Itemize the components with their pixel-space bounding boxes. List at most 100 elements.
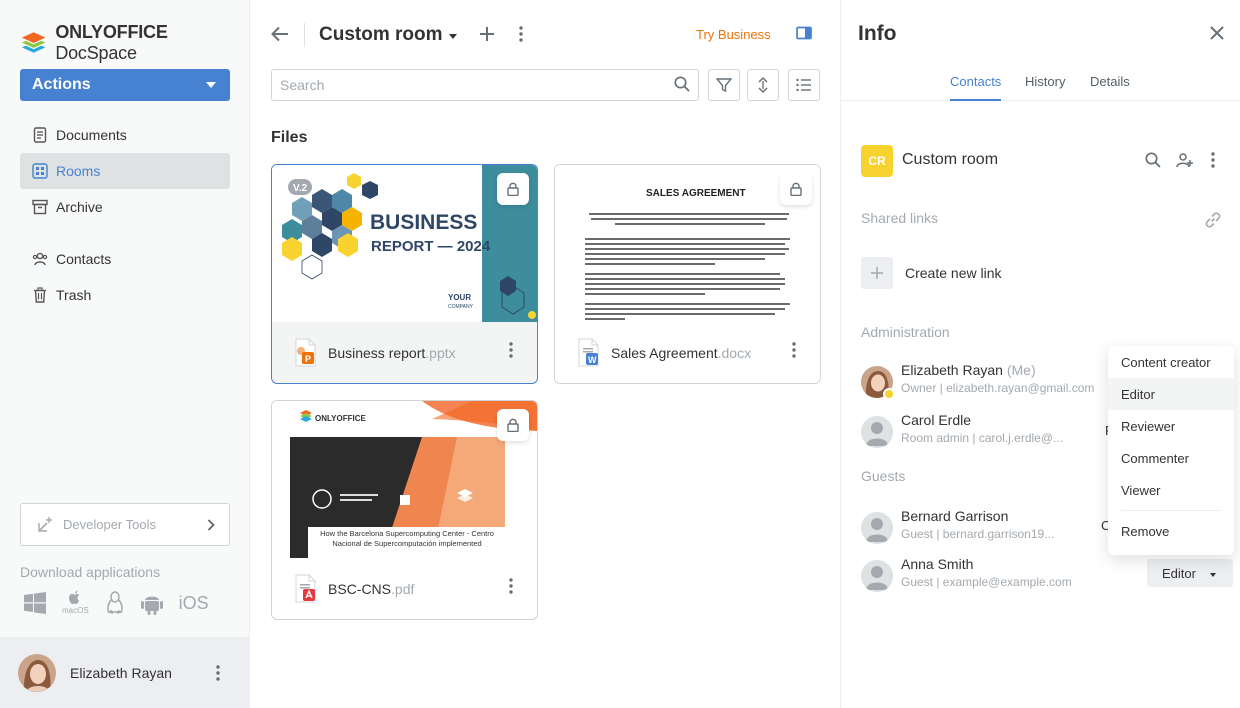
- sidebar-item-label: Documents: [56, 127, 127, 143]
- search-icon[interactable]: [1145, 152, 1161, 171]
- menu-item-commenter[interactable]: Commenter: [1108, 442, 1234, 474]
- more-options-icon[interactable]: [1211, 152, 1215, 171]
- room-name: Custom room: [902, 151, 999, 168]
- search-icon[interactable]: [674, 75, 690, 95]
- thumb-doc-title: SALES AGREEMENT: [646, 188, 746, 199]
- filter-button[interactable]: [708, 69, 740, 101]
- administration-title: Administration: [861, 324, 950, 340]
- sidebar: ONLYOFFICE DocSpace Actions Documents Ro…: [0, 0, 250, 708]
- rooms-icon: [32, 163, 48, 179]
- member-role-email: Owner | elizabeth.rayan@gmail.com: [901, 381, 1095, 395]
- developer-tools-icon: [38, 516, 52, 532]
- avatar[interactable]: [18, 653, 56, 692]
- role-dropdown-menu: Content creator Editor Reviewer Commente…: [1108, 346, 1234, 555]
- add-user-icon[interactable]: [1176, 152, 1194, 171]
- avatar: [861, 416, 893, 448]
- file-tile-bsc-cns[interactable]: ONLYOFFICE How the Barcelona Supercomput…: [271, 400, 538, 620]
- info-panel-title: Info: [858, 22, 897, 45]
- user-profile[interactable]: Elizabeth Rayan: [0, 637, 250, 708]
- info-tabs: Contacts History Details: [841, 74, 1240, 101]
- lock-icon[interactable]: [497, 173, 529, 205]
- file-name: Business report.pptx: [328, 344, 456, 361]
- tab-contacts[interactable]: Contacts: [950, 74, 1002, 101]
- list-view-icon: [796, 78, 811, 92]
- try-business-link[interactable]: Try Business: [696, 27, 771, 42]
- more-options-icon[interactable]: [509, 342, 513, 361]
- info-panel-toggle-icon[interactable]: [796, 26, 812, 43]
- avatar: [861, 560, 893, 592]
- tab-history[interactable]: History: [1025, 74, 1065, 101]
- file-tile-footer: W Sales Agreement.docx: [555, 322, 820, 383]
- chevron-down-icon[interactable]: [448, 34, 457, 39]
- contacts-icon: [32, 251, 48, 267]
- lock-icon[interactable]: [780, 173, 812, 205]
- sidebar-item-archive[interactable]: Archive: [20, 189, 230, 225]
- actions-button[interactable]: Actions: [20, 69, 230, 101]
- chevron-right-icon: [207, 518, 215, 531]
- macos-icon[interactable]: macOS: [62, 590, 89, 615]
- thumb-title-1: BUSINESS: [370, 211, 477, 234]
- view-toggle-button[interactable]: [788, 69, 820, 101]
- search-field[interactable]: [271, 69, 699, 101]
- sidebar-item-documents[interactable]: Documents: [20, 117, 230, 153]
- linux-icon[interactable]: [105, 590, 125, 615]
- version-badge: V.2: [293, 183, 308, 194]
- file-tile-footer: BSC-CNS.pdf: [272, 558, 537, 619]
- download-apps: macOS iOS: [24, 590, 209, 615]
- android-icon[interactable]: [140, 591, 163, 615]
- menu-item-content-creator[interactable]: Content creator: [1108, 346, 1234, 378]
- thumb-company-1: YOUR: [448, 293, 471, 302]
- back-arrow-icon[interactable]: [271, 26, 289, 45]
- close-icon[interactable]: [1210, 26, 1224, 43]
- more-options-icon[interactable]: [509, 578, 513, 597]
- member-role-email: Guest | example@example.com: [901, 575, 1072, 589]
- sidebar-item-label: Contacts: [56, 251, 112, 267]
- more-options-icon[interactable]: [518, 25, 523, 45]
- menu-item-editor[interactable]: Editor: [1108, 378, 1234, 410]
- guests-title: Guests: [861, 468, 906, 484]
- member-name: Bernard Garrison: [901, 508, 1009, 524]
- pptx-file-icon: P: [295, 338, 316, 366]
- create-new-link-label: Create new link: [905, 265, 1002, 281]
- thumb-title-2: REPORT — 2024: [371, 238, 491, 255]
- sidebar-item-contacts[interactable]: Contacts: [20, 241, 230, 277]
- download-applications-label: Download applications: [20, 564, 161, 580]
- more-options-icon[interactable]: [216, 665, 220, 684]
- user-name: Elizabeth Rayan: [70, 664, 172, 681]
- lock-icon[interactable]: [497, 409, 529, 441]
- svg-text:P: P: [305, 354, 311, 364]
- sidebar-item-rooms[interactable]: Rooms: [20, 153, 230, 189]
- room-logo: CR: [861, 145, 893, 177]
- onlyoffice-logo-icon: [21, 32, 46, 53]
- chevron-down-icon: [1209, 572, 1216, 577]
- menu-item-remove[interactable]: Remove: [1108, 515, 1234, 547]
- macos-label: macOS: [62, 606, 89, 615]
- filter-icon: [716, 78, 732, 93]
- ios-label: iOS: [178, 593, 209, 613]
- add-icon[interactable]: [479, 26, 495, 45]
- more-options-icon[interactable]: [792, 342, 796, 361]
- role-select[interactable]: Editor: [1147, 559, 1233, 587]
- brand-name: ONLYOFFICE DocSpace: [55, 22, 168, 63]
- sidebar-item-label: Rooms: [56, 163, 101, 179]
- sidebar-item-trash[interactable]: Trash: [20, 277, 230, 313]
- member-role-email: Room admin | carol.j.erdle@...: [901, 431, 1064, 445]
- link-settings-icon[interactable]: [1204, 211, 1222, 232]
- menu-divider: [1121, 510, 1221, 511]
- search-input[interactable]: [280, 77, 674, 93]
- menu-item-reviewer[interactable]: Reviewer: [1108, 410, 1234, 442]
- thumb-caption: How the Barcelona Supercomputing Center …: [320, 529, 494, 548]
- developer-tools-button[interactable]: Developer Tools: [20, 503, 230, 546]
- menu-item-viewer[interactable]: Viewer: [1108, 474, 1234, 506]
- logo[interactable]: ONLYOFFICE DocSpace: [20, 22, 249, 64]
- trash-icon: [32, 287, 48, 303]
- divider: [304, 23, 305, 47]
- tab-details[interactable]: Details: [1090, 74, 1130, 101]
- create-new-link-button[interactable]: Create new link: [861, 257, 1002, 289]
- file-tile-business-report[interactable]: BUSINESS REPORT — 2024 YOUR COMPANY V.2 …: [271, 164, 538, 384]
- ios-icon[interactable]: iOS: [179, 593, 209, 614]
- sort-button[interactable]: [747, 69, 779, 101]
- windows-icon[interactable]: [24, 591, 46, 614]
- file-tile-sales-agreement[interactable]: SALES AGREEMENT W Sales Agreement.docx: [554, 164, 821, 384]
- svg-text:W: W: [588, 355, 597, 365]
